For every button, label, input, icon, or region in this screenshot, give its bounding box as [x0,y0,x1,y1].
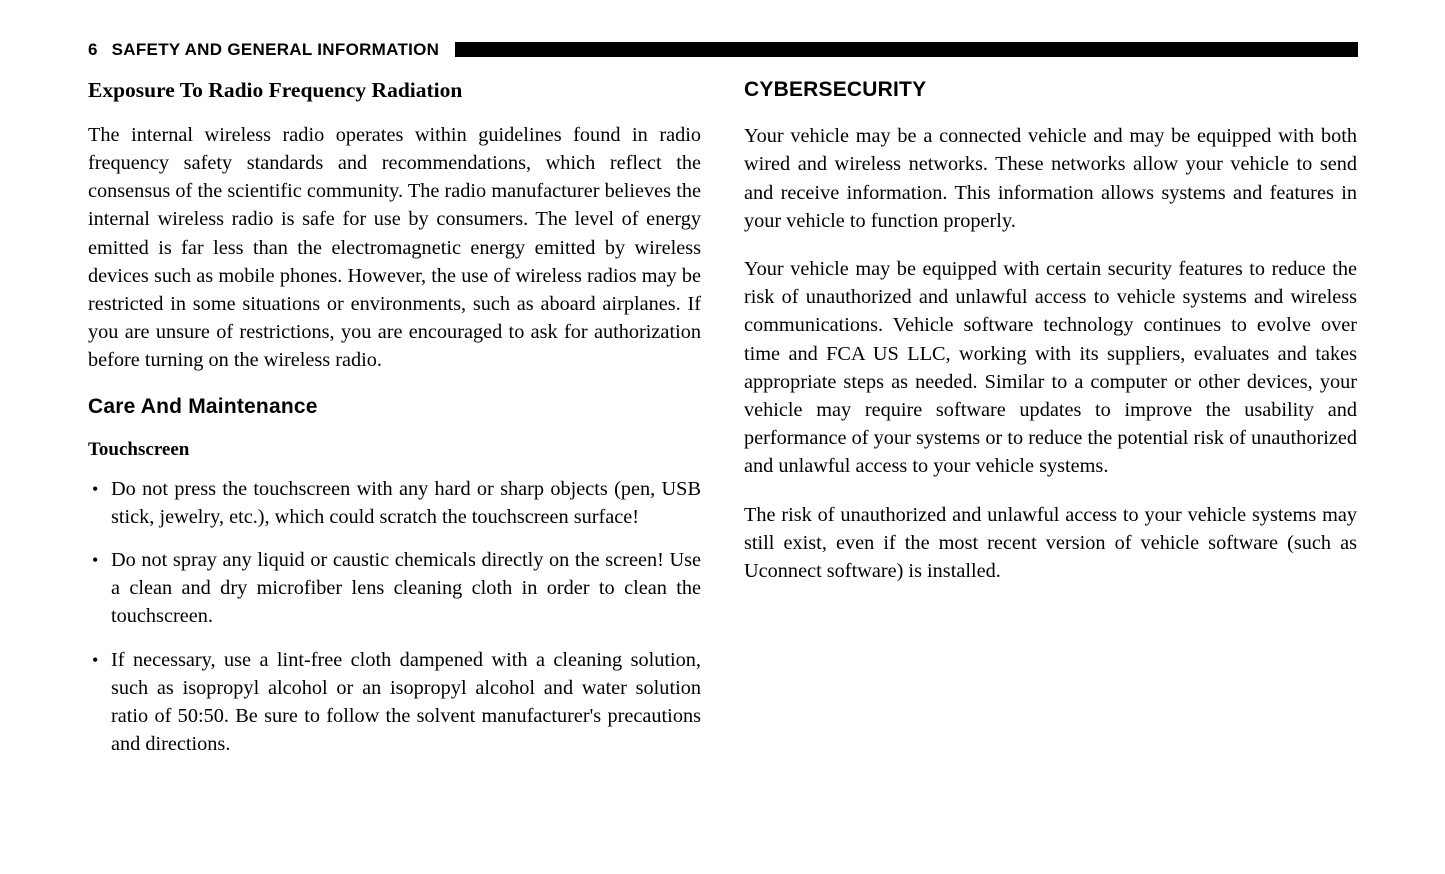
paragraph-security-features: Your vehicle may be equipped with certai… [744,257,1357,478]
paragraph-radio-frequency: The internal wireless radio operates wit… [88,123,701,372]
list-item: Do not spray any liquid or caustic chemi… [88,546,701,631]
list-item: If necessary, use a lint-free cloth damp… [88,646,701,759]
right-column: CYBERSECURITY Your vehicle may be a conn… [744,78,1357,585]
page-header-title: SAFETY AND GENERAL INFORMATION [111,39,440,59]
list-item: Do not press the touchscreen with any ha… [88,475,701,531]
heading-exposure-to-radio-frequency-radiation: Exposure To Radio Frequency Radiation [88,78,463,102]
paragraph-connected-vehicle: Your vehicle may be a connected vehicle … [744,125,1357,232]
heading-cybersecurity: CYBERSECURITY [744,78,927,101]
subheading-touchscreen: Touchscreen [88,438,190,460]
header-rule-bar [455,41,1358,57]
page-number: 6 [88,39,98,59]
heading-care-and-maintenance: Care And Maintenance [88,394,318,418]
paragraph-residual-risk: The risk of unauthorized and unlawful ac… [744,503,1357,582]
touchscreen-care-list: Do not press the touchscreen with any ha… [88,475,701,759]
two-column-body: Exposure To Radio Frequency Radiation Th… [88,78,1358,858]
page-header: 6 SAFETY AND GENERAL INFORMATION [88,36,1358,62]
left-column: Exposure To Radio Frequency Radiation Th… [88,78,701,758]
manual-page: 6 SAFETY AND GENERAL INFORMATION Exposur… [0,0,1445,874]
